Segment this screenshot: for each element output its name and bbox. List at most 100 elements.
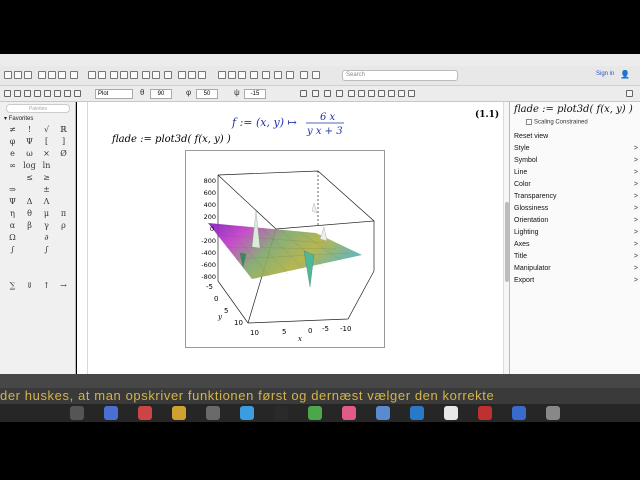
palette-symbol[interactable] [4,268,21,280]
search-input[interactable]: Search [342,70,458,81]
context-item-style[interactable]: Style > [514,143,638,155]
psi-input[interactable]: -15 [244,89,266,99]
palette-symbol[interactable] [21,244,38,256]
palette-symbol[interactable]: π [55,208,72,220]
palette-symbol[interactable] [55,184,72,196]
palette-symbol[interactable]: Λ [38,196,55,208]
plot-mode-icon[interactable] [4,90,11,97]
palette-symbol[interactable]: ! [21,124,38,136]
execute-all-icon[interactable] [228,71,236,79]
palette-symbol[interactable]: ℝ [55,124,72,136]
zoom-box-icon[interactable] [388,90,395,97]
redo-icon[interactable] [98,71,106,79]
insert-math-icon[interactable] [120,71,128,79]
context-item-orientation[interactable]: Orientation > [514,215,638,227]
text-icon[interactable] [14,90,21,97]
chrome-icon[interactable] [444,406,458,420]
palette-symbol[interactable] [55,160,72,172]
mail-icon[interactable] [376,406,390,420]
terminal-icon[interactable] [274,406,288,420]
finder-icon[interactable] [104,406,118,420]
favorites-header[interactable]: ▾ Favorites [4,115,33,122]
browser-icon[interactable] [512,406,526,420]
palette-symbol[interactable]: Ψ [4,196,21,208]
context-item-lighting[interactable]: Lighting > [514,227,638,239]
zoom-in-icon[interactable] [348,90,355,97]
palette-symbol[interactable]: × [38,148,55,160]
palette-symbol[interactable]: e [4,148,21,160]
palette-symbol[interactable]: → [55,280,72,292]
context-item-axes[interactable]: Axes > [514,239,638,251]
palette-symbol[interactable]: ≤ [21,172,38,184]
music-icon[interactable] [342,406,356,420]
trash-icon[interactable] [546,406,560,420]
pan-icon[interactable] [64,90,71,97]
messages-icon[interactable] [308,406,322,420]
palette-symbol[interactable]: α [4,220,21,232]
paste-icon[interactable] [58,71,66,79]
export-plot-icon[interactable] [408,90,415,97]
help-icon[interactable] [286,71,294,79]
context-item-title[interactable]: Title > [514,251,638,263]
expand-icon[interactable] [164,71,172,79]
palette-symbol[interactable] [55,268,72,280]
palette-symbol[interactable]: Ω [4,232,21,244]
palette-symbol[interactable]: β [21,220,38,232]
palette-symbol[interactable] [4,172,21,184]
palette-symbol[interactable]: ] [55,136,72,148]
palette-symbol[interactable] [21,256,38,268]
palette-symbol[interactable] [38,256,55,268]
context-item-symbol[interactable]: Symbol > [514,155,638,167]
copy-icon[interactable] [48,71,56,79]
stop-icon[interactable] [238,71,246,79]
palette-symbol[interactable]: ↑ [38,280,55,292]
search-plot-icon[interactable] [398,90,405,97]
palette-symbol[interactable]: Ψ [21,136,38,148]
palette-symbol[interactable]: ⇓ [21,280,38,292]
plot3d-canvas[interactable]: 800 600 400 200 0 -200 -400 -600 -800 -5… [185,150,385,348]
palette-symbol[interactable] [21,268,38,280]
settings-icon[interactable] [206,406,220,420]
zoom-reset-icon[interactable] [378,90,385,97]
palette-symbol[interactable]: η [4,208,21,220]
outdent-icon[interactable] [152,71,160,79]
context-item-transparency[interactable]: Transparency > [514,191,638,203]
palette-symbol[interactable] [4,256,21,268]
appstore-icon[interactable] [240,406,254,420]
home-icon[interactable] [178,71,186,79]
phi-input[interactable]: 50 [196,89,218,99]
bookmark-icon[interactable] [300,71,308,79]
palette-symbol[interactable]: √ [38,124,55,136]
calendar-icon[interactable] [138,406,152,420]
palette-symbol[interactable]: γ [38,220,55,232]
palette-symbol[interactable] [55,256,72,268]
math-icon[interactable] [24,90,31,97]
indent-icon[interactable] [142,71,150,79]
palette-symbol[interactable]: ω [21,148,38,160]
undo-icon[interactable] [88,71,96,79]
palette-symbol[interactable]: Δ [21,196,38,208]
new-file-icon[interactable] [4,71,12,79]
cloud-icon[interactable] [312,71,320,79]
rotate-icon[interactable] [54,90,61,97]
maple-icon[interactable] [478,406,492,420]
axes-icon[interactable] [312,90,319,97]
palette-symbol[interactable]: ρ [55,220,72,232]
user-icon[interactable]: 👤 [620,70,630,79]
scaling-constrained-row[interactable]: Scaling Constrained [526,119,588,126]
palette-symbol[interactable] [55,196,72,208]
execute-icon[interactable] [218,71,226,79]
palette-symbol[interactable] [55,232,72,244]
palette-symbol[interactable]: ∑ [4,280,21,292]
palette-symbol[interactable]: φ [4,136,21,148]
animation-icon[interactable] [44,90,51,97]
insert-text-icon[interactable] [110,71,118,79]
collapse-panel-icon[interactable] [626,90,633,97]
palette-symbol[interactable] [55,244,72,256]
palette-symbol[interactable]: ln [38,160,55,172]
palette-search-input[interactable]: Palettes [6,104,70,113]
context-item-line[interactable]: Line > [514,167,638,179]
palette-symbol[interactable]: ≠ [4,124,21,136]
lighting-icon[interactable] [324,90,331,97]
palette-symbol[interactable] [21,184,38,196]
